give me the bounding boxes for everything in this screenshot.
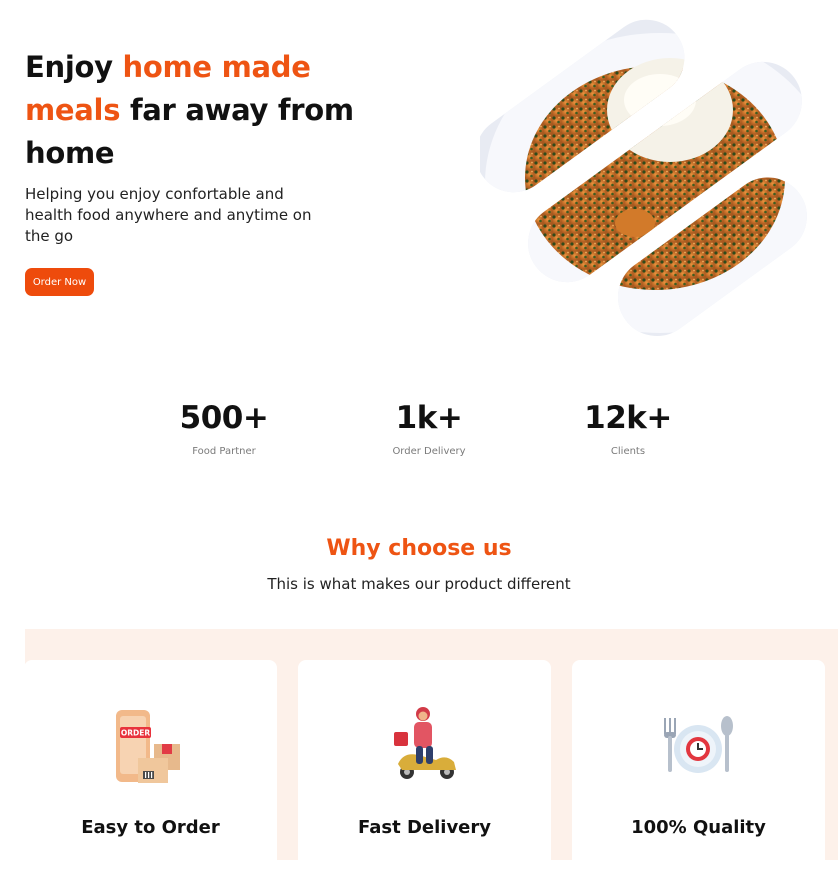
feature-title: Fast Delivery (357, 817, 491, 838)
stat-food-partner: 500+ Food Partner (124, 400, 324, 457)
stat-label: Food Partner (192, 446, 256, 457)
svg-text:ORDER: ORDER (121, 729, 150, 738)
hero-title-accent-1: home made (122, 50, 311, 84)
why-choose-us-title: Why choose us (326, 536, 512, 561)
stat-value: 500+ (179, 400, 269, 436)
stat-value: 1k+ (395, 400, 463, 436)
feature-card-quality: 100% Quality (572, 660, 825, 870)
plate-cutlery-icon (664, 716, 733, 773)
hero-food-image (480, 8, 820, 338)
delivery-scooter-icon (394, 707, 456, 779)
stat-clients: 12k+ Clients (528, 400, 728, 457)
feature-card-easy-order: ORDER Easy to Order (24, 660, 277, 870)
hero-title-accent-2: meals (25, 93, 121, 127)
stat-value: 12k+ (584, 400, 672, 436)
feature-title: Easy to Order (81, 817, 220, 838)
order-now-button[interactable]: Order Now (25, 268, 94, 296)
feature-title: 100% Quality (631, 817, 766, 838)
why-choose-us-subtitle: This is what makes our product different (267, 575, 571, 593)
stat-label: Order Delivery (392, 446, 466, 457)
hero-title: Enjoy home made meals far away from home (25, 46, 385, 175)
order-phone-icon: ORDER (116, 710, 180, 783)
feature-card-fast-delivery: Fast Delivery (298, 660, 551, 870)
stat-label: Clients (610, 446, 646, 457)
hero-subtitle: Helping you enjoy confortable and health… (25, 185, 312, 245)
stat-order-delivery: 1k+ Order Delivery (329, 400, 529, 457)
hero-title-part1: Enjoy (25, 50, 123, 84)
